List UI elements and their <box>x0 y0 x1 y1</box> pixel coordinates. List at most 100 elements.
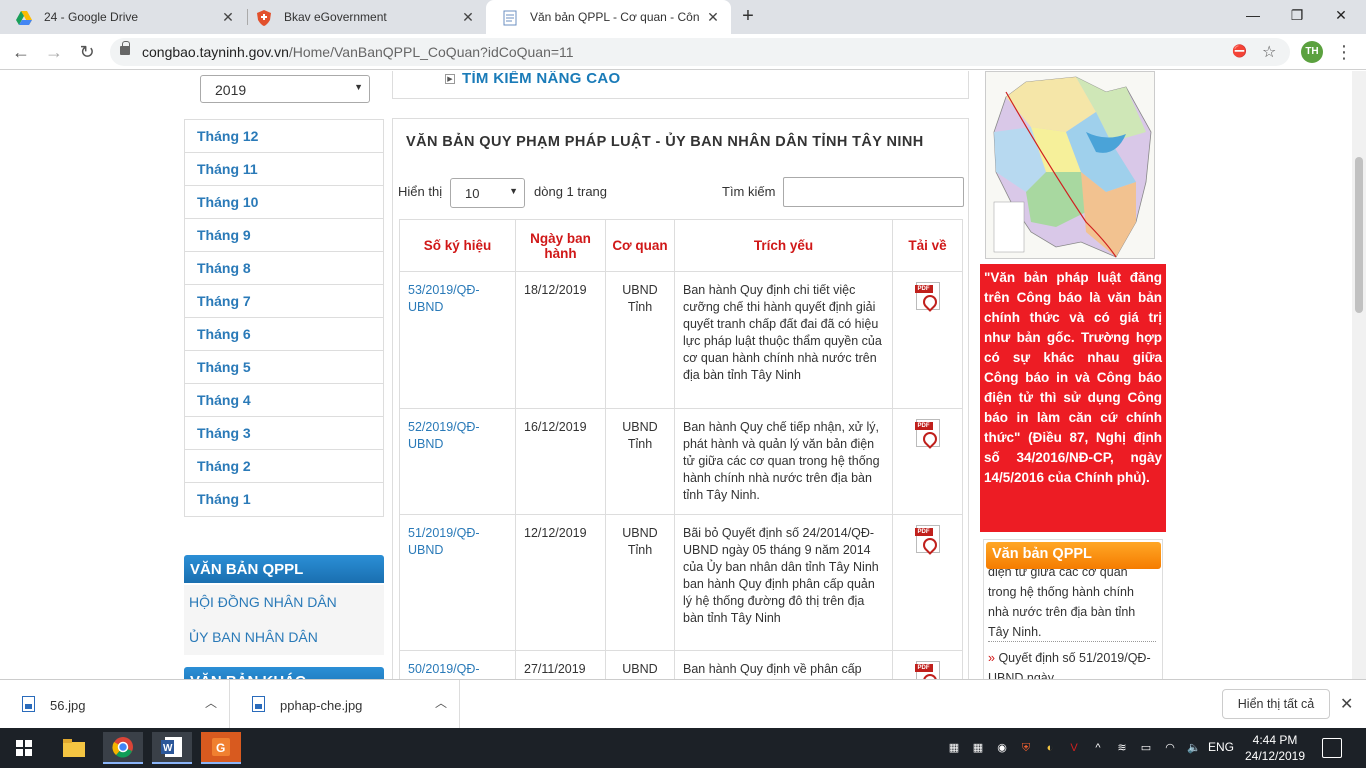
tab-google-drive[interactable]: 24 - Google Drive ✕ <box>0 0 246 34</box>
chrome-icon[interactable] <box>103 732 143 764</box>
downloads-bar: 56.jpg ︿ pphap-che.jpg ︿ Hiển thị tất cả… <box>0 679 1366 729</box>
month-item[interactable]: Tháng 1 <box>185 483 383 516</box>
summary: Ban hành Quy định về phân cấp quản lý, b… <box>674 650 893 679</box>
column-header[interactable]: Số ký hiệu <box>399 219 516 272</box>
reload-button[interactable]: ↻ <box>76 42 98 62</box>
column-header[interactable]: Ngày ban hành <box>515 219 606 272</box>
year-select[interactable]: 2019 ▼ <box>200 75 370 103</box>
year-value: 2019 <box>215 82 247 98</box>
month-item[interactable]: Tháng 9 <box>185 219 383 252</box>
province-map[interactable] <box>985 71 1155 259</box>
sidebar-item-uy-ban[interactable]: ỦY BAN NHÂN DÂN <box>184 620 384 655</box>
pdf-download-icon[interactable] <box>914 419 940 447</box>
avatar[interactable]: TH <box>1301 41 1323 63</box>
tray-icon[interactable]: ◐ <box>1042 740 1058 756</box>
notification-center-icon[interactable] <box>1322 738 1342 758</box>
show-all-downloads-button[interactable]: Hiển thị tất cả <box>1222 689 1330 719</box>
table-row: 50/2019/QĐ-UBND 27/11/2019 UBND Tỉnh Ban… <box>399 650 963 679</box>
google-drive-icon <box>16 10 32 26</box>
month-item[interactable]: Tháng 12 <box>185 120 383 153</box>
month-item[interactable]: Tháng 7 <box>185 285 383 318</box>
month-item[interactable]: Tháng 11 <box>185 153 383 186</box>
advanced-search-toggle[interactable]: ▶ TÌM KIẾM NÂNG CAO <box>392 71 969 99</box>
battery-icon[interactable]: ▭ <box>1138 740 1154 756</box>
start-button[interactable] <box>4 732 44 764</box>
pdf-download-icon[interactable] <box>914 525 940 553</box>
column-header[interactable]: Trích yếu <box>674 219 893 272</box>
tab-van-ban-qppl[interactable]: Văn bản QPPL - Cơ quan - Công ✕ <box>486 0 731 34</box>
scrollbar-thumb[interactable] <box>1355 157 1363 313</box>
download-item[interactable]: 56.jpg ︿ <box>0 680 230 729</box>
month-item[interactable]: Tháng 8 <box>185 252 383 285</box>
document-icon <box>502 10 518 26</box>
tab-title: 24 - Google Drive <box>44 10 139 24</box>
page-scrollbar[interactable] <box>1352 71 1366 679</box>
month-item[interactable]: Tháng 10 <box>185 186 383 219</box>
word-icon[interactable]: W <box>152 732 192 764</box>
document-code-link[interactable]: 51/2019/QĐ-UBND <box>408 526 480 557</box>
month-item[interactable]: Tháng 5 <box>185 351 383 384</box>
box-title: Văn bản QPPL <box>986 542 1161 569</box>
back-button[interactable]: ← <box>10 42 32 62</box>
image-file-icon <box>22 696 35 712</box>
pdf-download-icon[interactable] <box>914 661 940 679</box>
close-tab-icon[interactable]: ✕ <box>705 9 721 25</box>
pdf-download-icon[interactable] <box>914 282 940 310</box>
month-item[interactable]: Tháng 4 <box>185 384 383 417</box>
document-code-link[interactable]: 53/2019/QĐ-UBND <box>408 283 480 314</box>
foxit-pdf-icon[interactable]: G <box>201 732 241 764</box>
forward-button[interactable]: → <box>43 42 65 62</box>
speaker-icon[interactable]: 🔈 <box>1186 740 1202 756</box>
tray-icon[interactable]: ▦ <box>946 740 962 756</box>
expand-icon: ▶ <box>445 74 455 84</box>
zalo-icon[interactable]: ◉ <box>994 740 1010 756</box>
month-item[interactable]: Tháng 2 <box>185 450 383 483</box>
bullet-icon: » <box>988 651 995 665</box>
news-item[interactable]: » Quyết định số 51/2019/QĐ-UBND ngày <box>988 648 1158 679</box>
chevron-up-icon[interactable]: ︿ <box>435 694 447 711</box>
shield-tray-icon[interactable]: ⛨ <box>1018 740 1034 756</box>
tab-bkav-egovernment[interactable]: Bkav eGovernment ✕ <box>240 0 486 34</box>
browser-tab-bar: 24 - Google Drive ✕ Bkav eGovernment ✕ V… <box>0 0 1366 34</box>
close-tab-icon[interactable]: ✕ <box>220 9 236 25</box>
minimize-button[interactable]: — <box>1238 5 1268 25</box>
blocked-popup-icon[interactable]: ⛔ <box>1232 44 1247 60</box>
svg-text:W: W <box>163 743 173 754</box>
bookmark-star-icon[interactable]: ☆ <box>1262 42 1276 62</box>
file-explorer-icon[interactable] <box>54 732 94 764</box>
windows-icon <box>16 740 32 756</box>
document-code-link[interactable]: 52/2019/QĐ-UBND <box>408 420 480 451</box>
page-length-value: 10 <box>465 186 480 201</box>
page-length-select[interactable]: 10 ▼ <box>450 178 525 208</box>
download-item[interactable]: pphap-che.jpg ︿ <box>230 680 460 729</box>
month-item[interactable]: Tháng 3 <box>185 417 383 450</box>
issue-date: 16/12/2019 <box>515 408 606 515</box>
address-bar: ← → ↻ congbao.tayninh.gov.vn/Home/VanBan… <box>0 34 1366 70</box>
close-tab-icon[interactable]: ✕ <box>460 9 476 25</box>
chevron-up-icon[interactable]: ^ <box>1090 740 1106 756</box>
browser-menu-icon[interactable]: ⋮ <box>1335 41 1353 63</box>
close-icon[interactable]: ✕ <box>1340 694 1353 714</box>
documents-table: Số ký hiệu Ngày ban hành Cơ quan Trích y… <box>399 219 963 679</box>
wifi-icon[interactable]: ≋ <box>1114 740 1130 756</box>
divider <box>988 641 1156 642</box>
system-clock[interactable]: 4:44 PM 24/12/2019 <box>1240 732 1310 764</box>
image-file-icon <box>252 696 265 712</box>
legal-notice: "Văn bản pháp luật đăng trên Công báo là… <box>980 264 1166 532</box>
column-header[interactable]: Tải về <box>892 219 963 272</box>
search-input[interactable] <box>783 177 964 207</box>
column-header[interactable]: Cơ quan <box>605 219 675 272</box>
sidebar-item-hoi-dong[interactable]: HỘI ĐỒNG NHÂN DÂN <box>184 585 384 620</box>
close-window-button[interactable]: ✕ <box>1326 5 1356 25</box>
summary: Bãi bỏ Quyết định số 24/2014/QĐ-UBND ngà… <box>674 514 893 651</box>
document-code-link[interactable]: 50/2019/QĐ-UBND <box>408 662 480 679</box>
antivirus-icon[interactable]: V <box>1066 740 1082 756</box>
maximize-button[interactable]: ❐ <box>1282 5 1312 25</box>
new-tab-button[interactable]: + <box>738 6 758 26</box>
language-indicator[interactable]: ENG <box>1208 740 1234 754</box>
tray-icon[interactable]: ▦ <box>970 740 986 756</box>
url-field[interactable]: congbao.tayninh.gov.vn/Home/VanBanQPPL_C… <box>110 38 1290 66</box>
month-item[interactable]: Tháng 6 <box>185 318 383 351</box>
chevron-up-icon[interactable]: ︿ <box>205 694 217 711</box>
network-icon[interactable]: ◠ <box>1162 740 1178 756</box>
